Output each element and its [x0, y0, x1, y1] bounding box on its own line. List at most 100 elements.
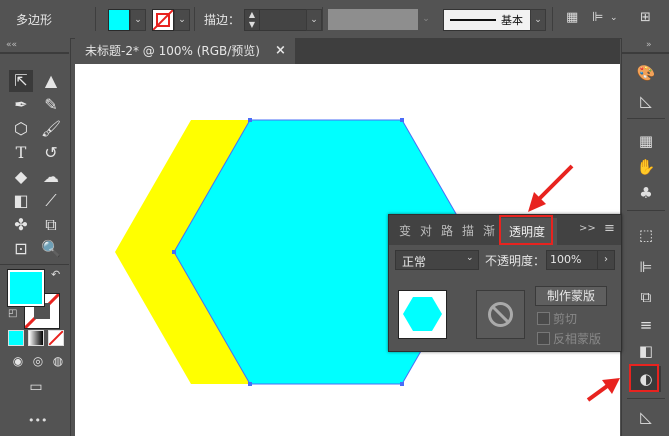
- panel-overflow-icon[interactable]: >>: [579, 223, 596, 234]
- rotate-tool-icon[interactable]: ↺: [39, 142, 63, 164]
- annotation-arrow: [528, 164, 574, 212]
- brush-stroke-preview: [450, 19, 496, 21]
- transform-panel-icon[interactable]: ⬚: [631, 222, 661, 248]
- highlight-box: [629, 364, 659, 392]
- hexagon-thumbnail-icon: [403, 297, 442, 331]
- anchor-point[interactable]: [400, 118, 404, 122]
- edit-toolbar-icon[interactable]: •••: [28, 414, 47, 427]
- no-mask-icon: [488, 302, 513, 327]
- profile-dropdown-arrow[interactable]: ⌄: [420, 9, 432, 29]
- tab-gradient[interactable]: 渐: [483, 222, 495, 239]
- stroke-panel-icon[interactable]: ≡: [631, 312, 661, 338]
- transform-icon[interactable]: ⊞: [640, 10, 656, 26]
- align-grid-icon[interactable]: ▦: [566, 10, 582, 26]
- collapse-toolbar-icon[interactable]: ««: [6, 40, 17, 50]
- type-tool-icon[interactable]: T: [9, 142, 33, 164]
- anchor-point[interactable]: [248, 382, 252, 386]
- opacity-flyout-arrow[interactable]: ›: [597, 250, 615, 270]
- gradient-swatch-icon[interactable]: ◧: [631, 338, 661, 364]
- stroke-dropdown-arrow[interactable]: ⌄: [174, 9, 190, 31]
- stroke-color-swatch[interactable]: [152, 9, 174, 31]
- curvature-tool-icon[interactable]: ✎: [39, 94, 63, 116]
- make-mask-button[interactable]: 制作蒙版: [535, 286, 607, 306]
- document-tab[interactable]: 未标题-2* @ 100% (RGB/预览) ×: [75, 38, 295, 64]
- control-bar: 多边形 ⌄ ⌄ 描边： ▲ ▼ ⌄ ⌄ 基本 ⌄ ▦ ⊫ ⌄ ⊞: [0, 0, 669, 39]
- zoom-tool-icon[interactable]: 🔍: [39, 238, 63, 260]
- pen-tool-icon[interactable]: ✒: [9, 94, 33, 116]
- anchor-point[interactable]: [400, 382, 404, 386]
- polygon-tool-icon[interactable]: ⬡: [9, 118, 33, 140]
- gradient-tool-icon[interactable]: ◧: [9, 190, 33, 212]
- opacity-value: 100%: [550, 253, 582, 266]
- toolbar-grip: [0, 52, 69, 54]
- none-mode-icon[interactable]: [48, 330, 64, 346]
- brushes-icon[interactable]: ✋: [631, 154, 661, 180]
- right-panel-dock: » 🎨 ◺ ▦ ✋ ♣ ⬚ ⊫ ⧉ ≡ ◧ ◐ ◺: [621, 38, 669, 436]
- eyedropper-tool-icon[interactable]: ⟋: [39, 190, 63, 212]
- opacity-input[interactable]: 100%: [546, 250, 598, 270]
- stroke-label: 描边：: [204, 13, 241, 27]
- close-tab-icon[interactable]: ×: [275, 38, 286, 64]
- panel-menu-icon[interactable]: ≡: [604, 221, 615, 236]
- gradient-panel-icon[interactable]: ◺: [631, 88, 661, 114]
- transparency-icon-highlight: [629, 364, 659, 392]
- separator: [0, 264, 69, 265]
- default-colors-icon[interactable]: ◰: [8, 308, 17, 319]
- swatches-icon[interactable]: ▦: [631, 128, 661, 154]
- mask-thumbnail[interactable]: [476, 290, 525, 339]
- brush-definition-dropdown[interactable]: 基本: [443, 9, 531, 31]
- stroke-weight-input[interactable]: [259, 9, 307, 31]
- draw-inside-icon[interactable]: ◍: [46, 350, 70, 372]
- variable-width-profile[interactable]: [328, 9, 418, 30]
- separator: [627, 398, 665, 399]
- align-left-icon[interactable]: ⊫: [592, 10, 608, 26]
- object-thumbnail[interactable]: [398, 290, 447, 339]
- separator: [627, 210, 665, 211]
- brush-dropdown-arrow[interactable]: ⌄: [530, 9, 546, 31]
- blend-mode-select[interactable]: 正常 ⌄: [395, 250, 479, 270]
- screen-mode-icon[interactable]: ▭: [24, 376, 48, 398]
- none-slash-icon: [49, 331, 63, 345]
- anchor-point[interactable]: [248, 118, 252, 122]
- direct-selection-tool-icon[interactable]: ▲: [39, 70, 63, 92]
- artboard-tool-icon[interactable]: ⊡: [9, 238, 33, 260]
- stroke-weight-dropdown[interactable]: ⌄: [306, 9, 322, 31]
- paintbrush-tool-icon[interactable]: 🖌: [39, 118, 63, 140]
- selection-tool-icon[interactable]: ⇱: [9, 70, 33, 92]
- swap-fill-stroke-icon[interactable]: ↶: [51, 268, 60, 281]
- separator: [627, 118, 665, 119]
- symbol-sprayer-tool-icon[interactable]: ⧉: [39, 214, 63, 236]
- color-guide-icon[interactable]: 🎨: [631, 60, 661, 86]
- brush-style-label: 基本: [501, 14, 523, 27]
- tab-align[interactable]: 对: [420, 222, 432, 239]
- fill-box[interactable]: [8, 270, 44, 306]
- separator: [194, 7, 195, 31]
- fill-dropdown-arrow[interactable]: ⌄: [130, 9, 146, 31]
- eraser-tool-icon[interactable]: ◆: [9, 166, 33, 188]
- tab-pathfinder[interactable]: 路: [441, 222, 453, 239]
- symbols-icon[interactable]: ♣: [631, 180, 661, 206]
- invert-mask-checkbox[interactable]: [537, 332, 550, 345]
- opacity-label: 不透明度：: [485, 254, 546, 268]
- no-stroke-icon: [153, 10, 173, 30]
- separator: [322, 7, 323, 31]
- fill-color-swatch[interactable]: [108, 9, 130, 31]
- expand-panels-icon[interactable]: »: [646, 40, 652, 50]
- transparency-panel: 变 对 路 描 渐 透明度 >> ≡ 正常 ⌄ 不透明度： 100% › 制作蒙…: [388, 214, 622, 352]
- tab-stroke[interactable]: 描: [462, 222, 474, 239]
- clip-checkbox[interactable]: [537, 312, 550, 325]
- stroke-weight-stepper[interactable]: ▲ ▼: [244, 9, 260, 31]
- gradient-mode-icon[interactable]: [28, 330, 44, 346]
- align-panel-icon[interactable]: ⊫: [631, 254, 661, 280]
- tools-panel: «« ⇱ ▲ ✒ ✎ ⬡ 🖌 T ↺ ◆ ☁ ◧ ⟋ ✤ ⧉ ⊡ 🔍 ↶ ◰ ◉…: [0, 38, 71, 436]
- anchor-point[interactable]: [172, 250, 176, 254]
- align-dropdown-arrow[interactable]: ⌄: [610, 10, 622, 26]
- active-tab-highlight: [499, 215, 553, 245]
- shape-builder-tool-icon[interactable]: ✤: [9, 214, 33, 236]
- pathfinder-icon[interactable]: ⧉: [631, 284, 661, 310]
- appearance-panel-icon[interactable]: ◺: [631, 404, 661, 430]
- tab-transform[interactable]: 变: [399, 222, 411, 239]
- color-mode-icon[interactable]: [8, 330, 24, 346]
- clip-label: 剪切: [553, 312, 578, 326]
- warp-tool-icon[interactable]: ☁: [39, 166, 63, 188]
